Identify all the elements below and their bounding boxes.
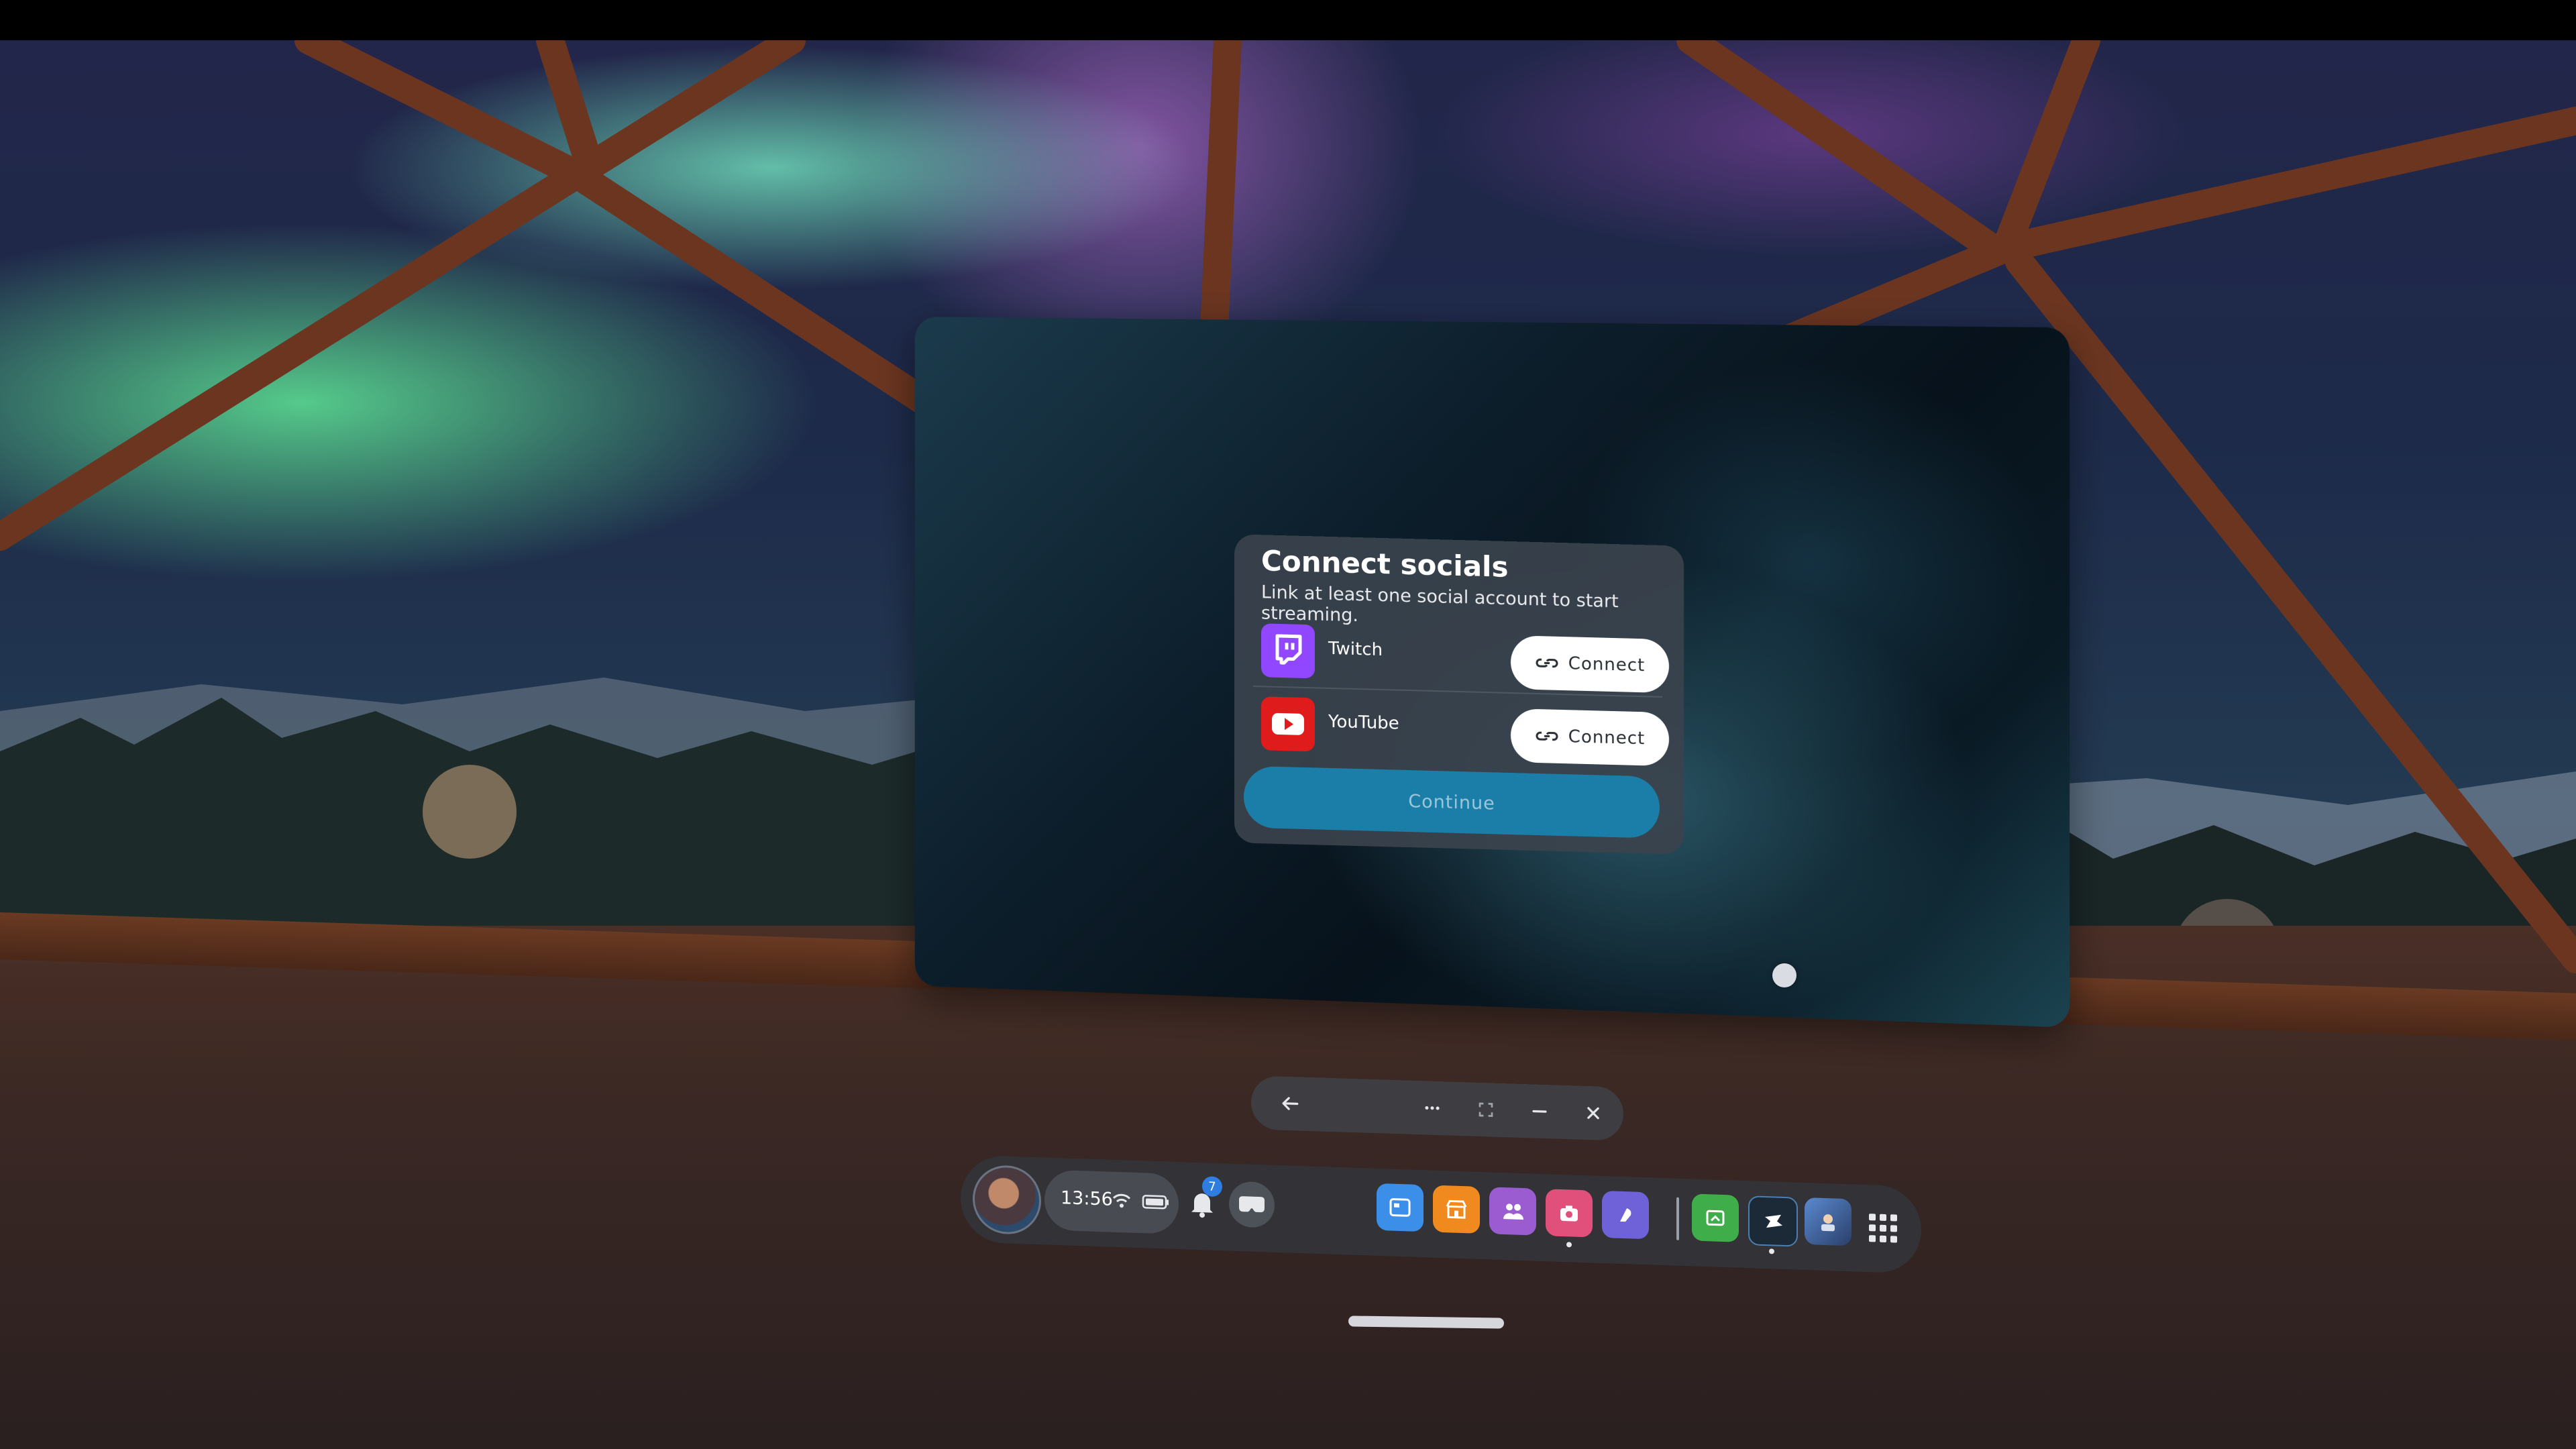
- camera-app-icon[interactable]: [1546, 1189, 1593, 1238]
- notifications-button[interactable]: 7: [1182, 1176, 1222, 1224]
- social-name-twitch: Twitch: [1328, 638, 1383, 661]
- more-options-icon[interactable]: [1413, 1089, 1451, 1128]
- continue-label: Continue: [1408, 790, 1495, 814]
- running-indicator: [1566, 1242, 1572, 1248]
- battery-icon: [1142, 1195, 1169, 1210]
- wifi-icon: [1112, 1193, 1131, 1208]
- horizon-app-icon[interactable]: [1602, 1190, 1649, 1240]
- back-arrow-icon[interactable]: [1271, 1084, 1309, 1123]
- store-app-icon[interactable]: [1433, 1185, 1480, 1234]
- continue-button[interactable]: Continue: [1244, 765, 1660, 839]
- streaming-app-icon[interactable]: [1748, 1195, 1798, 1247]
- minimize-icon[interactable]: [1521, 1092, 1558, 1131]
- avatar[interactable]: [973, 1164, 1041, 1236]
- youtube-icon: [1261, 696, 1315, 752]
- top-letterbox: [0, 0, 2576, 40]
- connect-button-label: Connect: [1568, 727, 1646, 749]
- controller-cursor: [1772, 963, 1796, 987]
- clock: 13:56: [1061, 1187, 1113, 1210]
- app-library-grid-icon[interactable]: [1863, 1208, 1903, 1249]
- browser-app-icon[interactable]: [1377, 1183, 1424, 1232]
- taskbar-divider: [1676, 1197, 1679, 1240]
- vr-environment: Connect socials Link at least one social…: [0, 0, 2576, 1449]
- fullscreen-icon[interactable]: [1467, 1090, 1505, 1129]
- files-app-icon[interactable]: [1692, 1193, 1739, 1242]
- social-name-youtube: YouTube: [1328, 711, 1399, 734]
- connect-socials-dialog: Connect socials Link at least one social…: [1234, 534, 1684, 855]
- close-icon[interactable]: [1574, 1093, 1612, 1132]
- notification-badge: 7: [1202, 1176, 1222, 1197]
- social-row-youtube: YouTube Connect: [1253, 685, 1669, 767]
- game-app-icon[interactable]: [1805, 1197, 1851, 1246]
- people-app-icon[interactable]: [1489, 1187, 1536, 1236]
- dialog-title: Connect socials: [1261, 544, 1509, 584]
- home-indicator[interactable]: [1348, 1316, 1505, 1329]
- quick-settings-pill[interactable]: 13:56: [1044, 1169, 1179, 1235]
- link-icon: [1536, 731, 1558, 741]
- social-row-twitch: Twitch Connect: [1253, 614, 1669, 694]
- connect-twitch-button[interactable]: Connect: [1511, 635, 1669, 694]
- headset-icon[interactable]: [1229, 1181, 1275, 1228]
- running-indicator: [1769, 1248, 1774, 1254]
- twitch-icon: [1261, 623, 1315, 679]
- connect-youtube-button[interactable]: Connect: [1511, 708, 1669, 767]
- link-icon: [1536, 658, 1558, 668]
- connect-button-label: Connect: [1568, 653, 1646, 676]
